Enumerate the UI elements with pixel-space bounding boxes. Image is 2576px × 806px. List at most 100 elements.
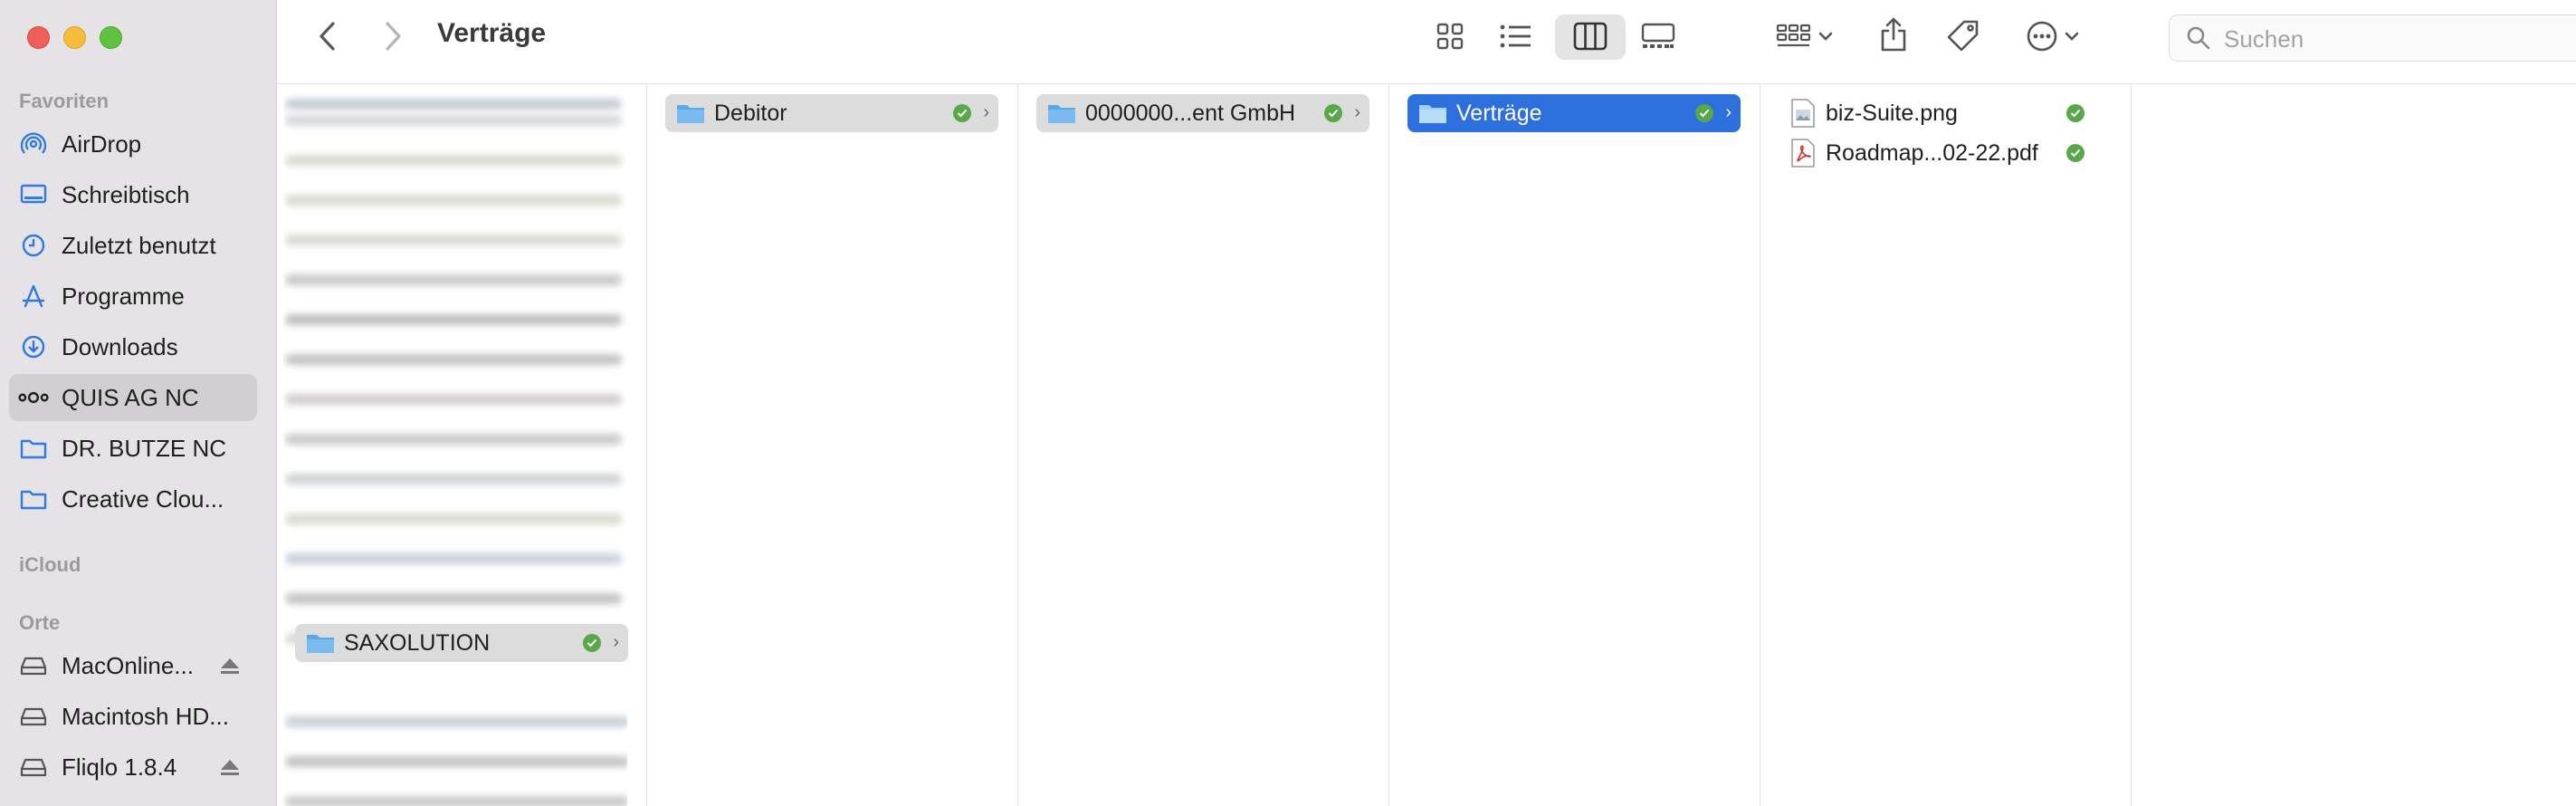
share-button[interactable]	[1875, 13, 1912, 56]
zoom-window-button[interactable]	[100, 26, 122, 49]
sidebar-item-label: Schreibtisch	[62, 180, 190, 208]
more-actions-button[interactable]	[2020, 18, 2085, 54]
synced-icon	[1695, 104, 1713, 122]
airdrop-icon	[18, 129, 49, 159]
desktop-icon	[18, 179, 49, 210]
close-window-button[interactable]	[27, 26, 50, 49]
folder-icon	[307, 635, 334, 653]
sidebar-item-applications[interactable]: Programme	[9, 273, 257, 320]
list-item[interactable]: biz-Suite.png	[1779, 94, 2112, 132]
section-title-icloud: iCloud	[19, 553, 81, 576]
window-title: Verträge	[437, 18, 547, 48]
column-view-button-icon-wrap[interactable]	[1572, 18, 1608, 54]
column-view-icon	[1573, 22, 1608, 51]
synced-icon	[2066, 104, 2085, 122]
section-title-locations: Orte	[19, 611, 61, 634]
synced-icon	[1324, 104, 1342, 122]
icon-view-icon	[1436, 23, 1464, 50]
sidebar-item-creative-cloud[interactable]: Creative Clou...	[9, 475, 257, 523]
sidebar-item-label: DR. BUTZE NC	[62, 434, 226, 462]
column-3	[1018, 84, 1389, 806]
drive-icon	[18, 752, 49, 782]
sidebar-item-maconline[interactable]: MacOnline...	[9, 642, 257, 689]
sidebar-item-label: Macintosh HD...	[62, 702, 229, 730]
chevron-right-icon: ›	[983, 102, 989, 122]
chevron-down-icon	[1818, 32, 1833, 41]
eject-icon[interactable]	[219, 758, 241, 781]
synced-icon	[2066, 144, 2085, 162]
back-button[interactable]	[312, 18, 343, 54]
synced-icon	[953, 104, 971, 122]
column-5	[1760, 84, 2132, 806]
blurred-content	[283, 84, 627, 806]
folder-icon	[18, 484, 49, 514]
group-by-button[interactable]	[1772, 18, 1837, 54]
sidebar-item-label: Zuletzt benutzt	[62, 231, 216, 259]
sidebar-item-label: Fliqlo 1.8.4	[62, 753, 177, 781]
search-placeholder: Suchen	[2224, 25, 2304, 53]
sidebar-item-label: Creative Clou...	[62, 485, 224, 513]
sidebar-item-label: MacOnline...	[62, 651, 194, 679]
minimize-window-button[interactable]	[63, 26, 86, 49]
tag-icon	[1947, 20, 1979, 52]
pdf-file-icon	[1791, 139, 1815, 168]
gallery-view-button[interactable]	[1639, 18, 1677, 54]
sidebar-item-quis-ag-nc[interactable]: QUIS AG NC	[9, 374, 257, 421]
folder-icon	[677, 105, 704, 123]
sidebar-item-recents[interactable]: Zuletzt benutzt	[9, 222, 257, 269]
apps-icon	[18, 281, 49, 312]
search-icon	[2187, 26, 2210, 50]
image-file-icon	[1791, 99, 1815, 128]
item-label: 0000000...ent GmbH	[1085, 100, 1296, 126]
eject-icon[interactable]	[219, 657, 241, 679]
sidebar: Favoriten AirDrop Schreibtisch Zuletzt b…	[0, 0, 277, 806]
folder-icon	[1048, 105, 1075, 123]
column-2	[647, 84, 1018, 806]
clock-icon	[18, 230, 49, 261]
chevron-right-icon: ›	[1725, 102, 1732, 122]
sidebar-item-label: Programme	[62, 282, 185, 310]
back-icon	[320, 22, 335, 51]
list-item[interactable]: Debitor ›	[665, 94, 998, 132]
nextcloud-icon	[18, 382, 49, 413]
tags-button[interactable]	[1944, 16, 1982, 56]
sidebar-item-airdrop[interactable]: AirDrop	[9, 120, 257, 168]
forward-button[interactable]	[377, 18, 408, 54]
item-label: biz-Suite.png	[1826, 100, 1958, 126]
chevron-down-icon	[2065, 32, 2079, 41]
group-icon	[1776, 24, 1811, 47]
list-item[interactable]: 0000000...ent GmbH ›	[1036, 94, 1369, 132]
drive-icon	[18, 701, 49, 732]
sidebar-item-dr-butze-nc[interactable]: DR. BUTZE NC	[9, 425, 257, 472]
sidebar-item-desktop[interactable]: Schreibtisch	[9, 171, 257, 218]
sidebar-item-downloads[interactable]: Downloads	[9, 323, 257, 370]
sidebar-item-label: Downloads	[62, 332, 178, 360]
sidebar-item-macintosh-hd[interactable]: Macintosh HD...	[9, 693, 257, 740]
item-label: Roadmap...02-22.pdf	[1826, 139, 2038, 166]
forward-icon	[386, 22, 401, 51]
column-4	[1389, 84, 1760, 806]
item-label: Verträge	[1456, 100, 1542, 126]
share-icon	[1881, 17, 1906, 52]
item-label: Debitor	[714, 100, 787, 126]
folder-icon	[1419, 105, 1446, 123]
sidebar-item-label: AirDrop	[62, 130, 142, 158]
search-field[interactable]: Suchen	[2169, 14, 2576, 62]
sidebar-item-fliqlo[interactable]: Fliqlo 1.8.4	[9, 744, 257, 791]
download-icon	[18, 331, 49, 362]
list-item[interactable]: SAXOLUTION ›	[295, 624, 628, 662]
sidebar-item-label: QUIS AG NC	[62, 383, 199, 411]
chevron-right-icon: ›	[1354, 102, 1360, 122]
section-title-favorites: Favoriten	[19, 90, 110, 112]
icon-view-button[interactable]	[1432, 18, 1468, 54]
list-view-button[interactable]	[1498, 18, 1534, 54]
chevron-right-icon: ›	[613, 632, 619, 652]
synced-icon	[583, 634, 601, 652]
drive-icon	[18, 650, 49, 681]
list-item[interactable]: Roadmap...02-22.pdf	[1779, 134, 2112, 172]
list-view-icon	[1500, 24, 1531, 48]
gallery-view-icon	[1641, 23, 1675, 48]
more-icon	[2027, 21, 2057, 52]
item-label: SAXOLUTION	[344, 629, 491, 656]
list-item[interactable]: Verträge ›	[1407, 94, 1741, 132]
